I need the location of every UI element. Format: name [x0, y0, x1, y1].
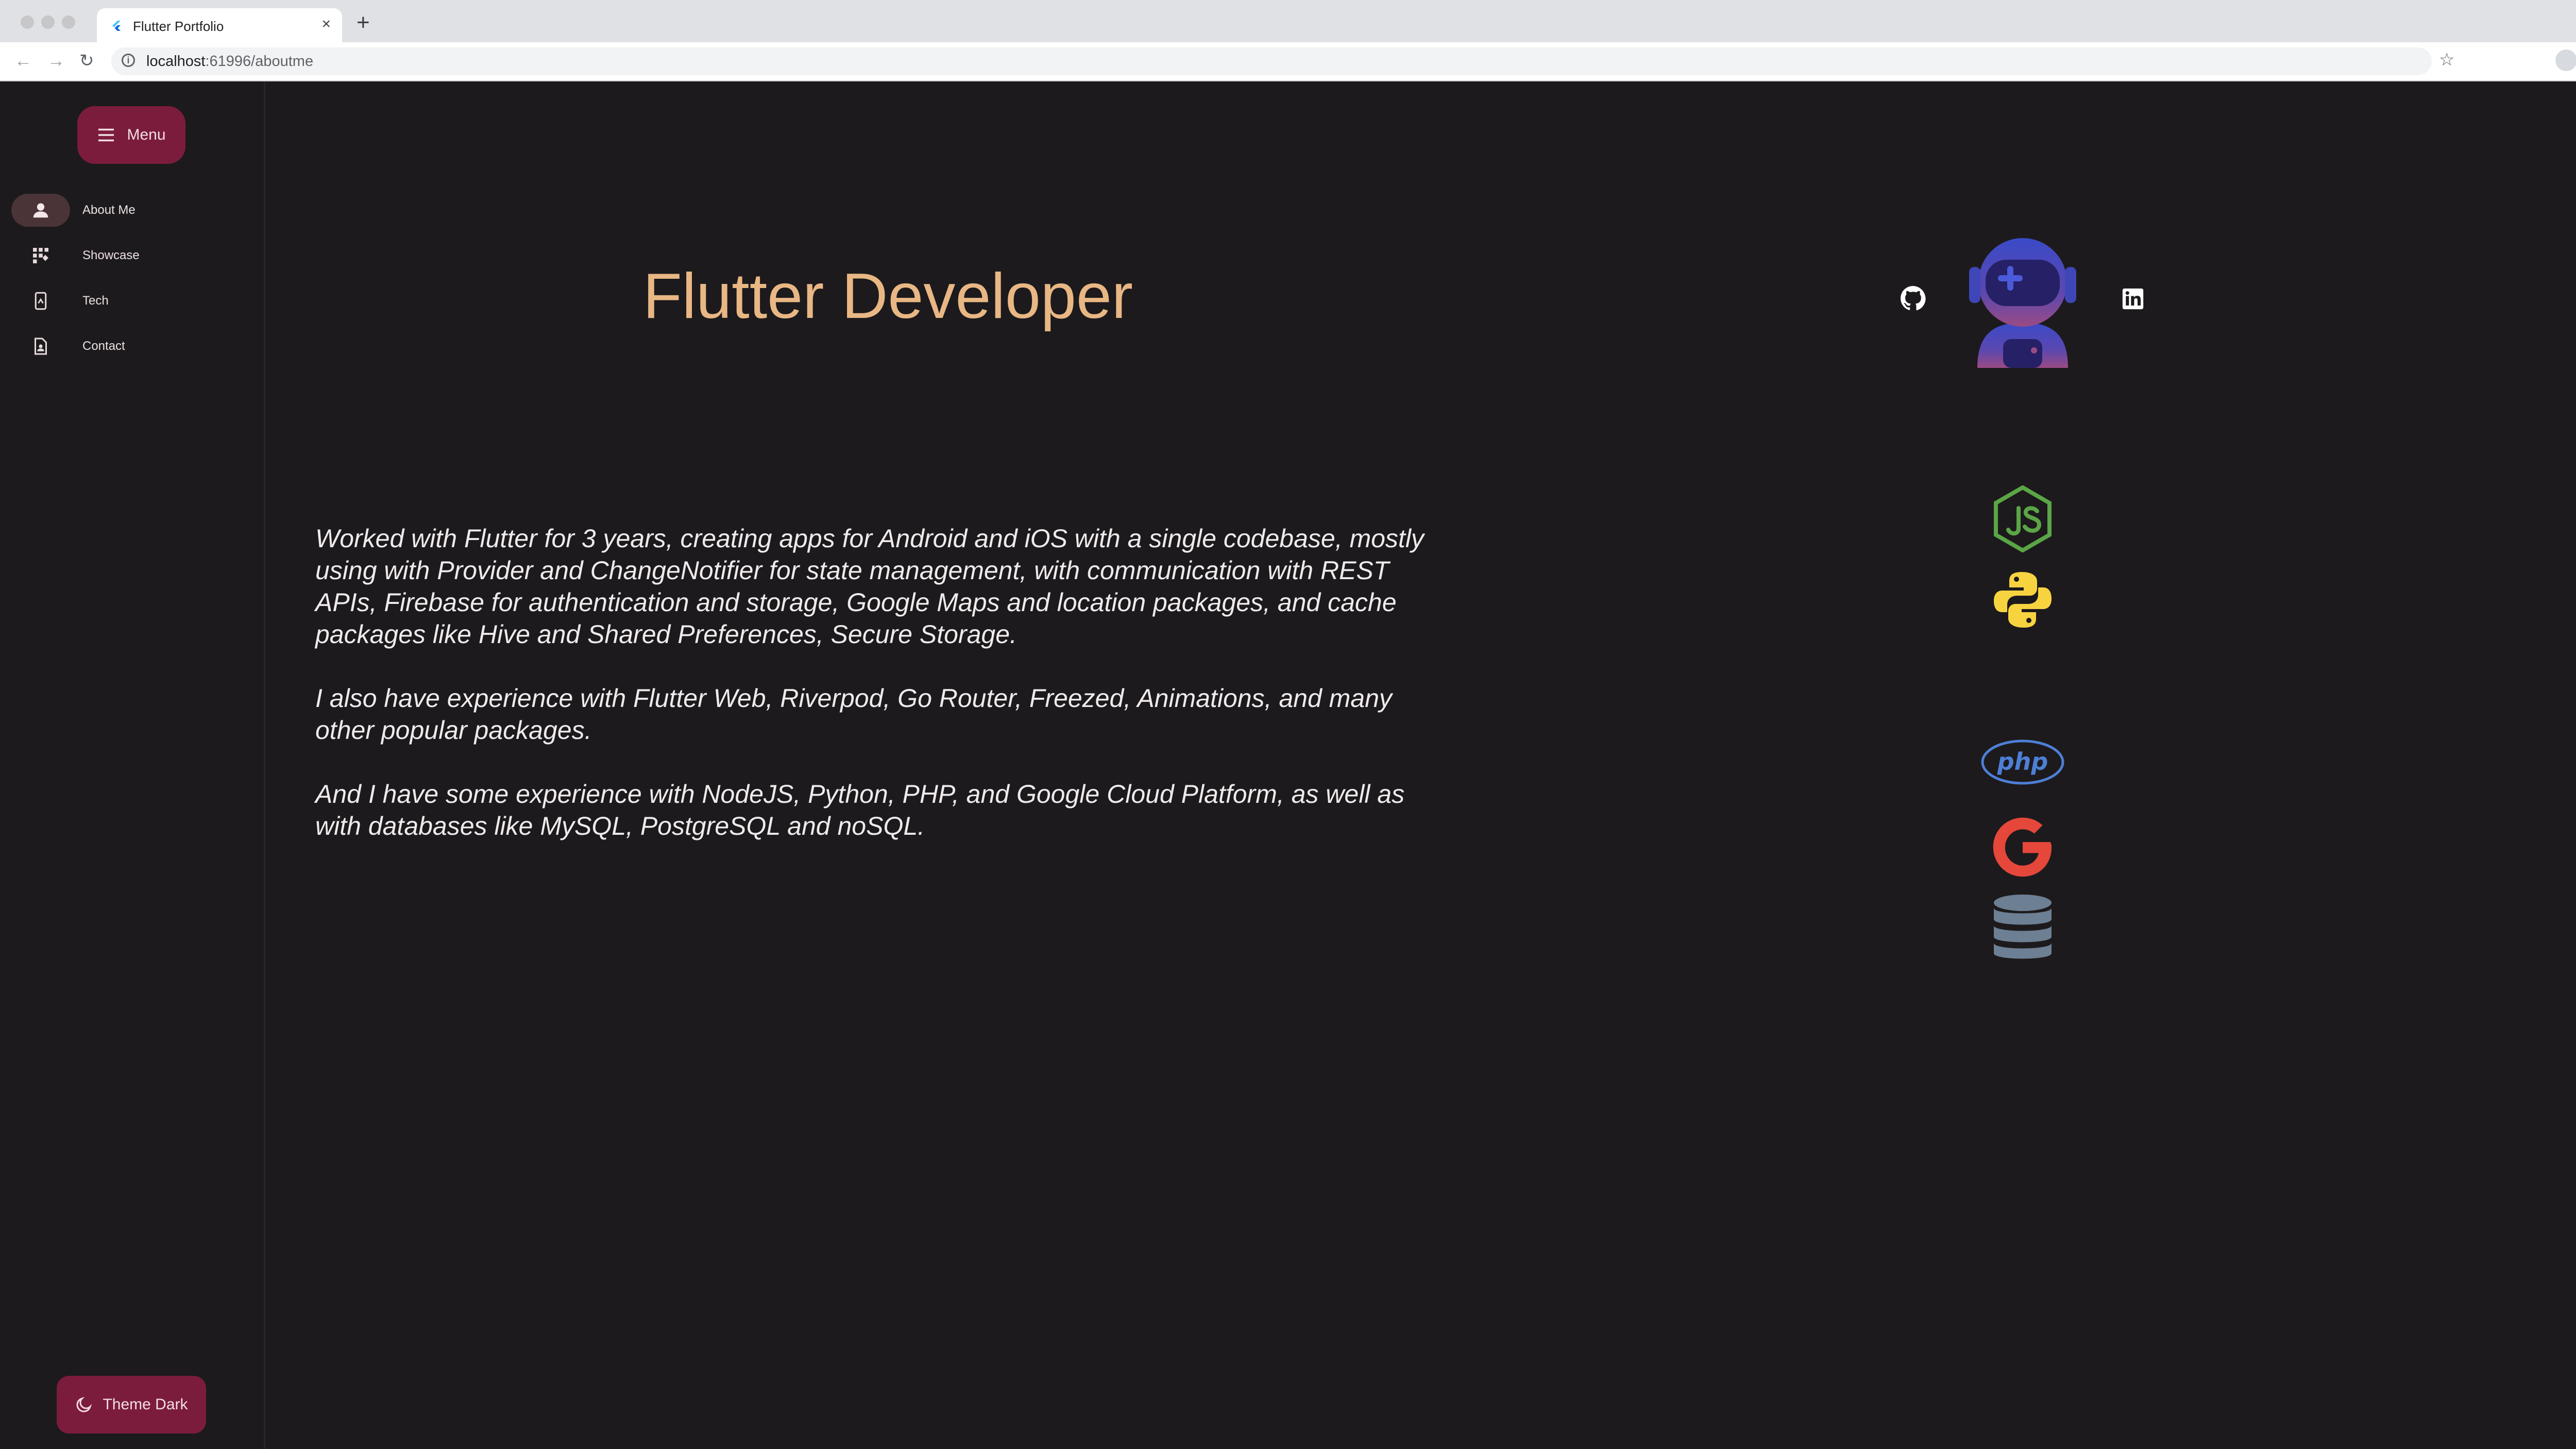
- nav-item-contact[interactable]: Contact: [11, 328, 253, 364]
- nav-label: Tech: [82, 294, 109, 308]
- info-icon[interactable]: i: [122, 54, 135, 67]
- star-icon[interactable]: ☆: [2439, 49, 2454, 70]
- theme-toggle-button[interactable]: Theme Dark: [57, 1376, 206, 1434]
- nav-item-showcase[interactable]: Showcase: [11, 238, 253, 274]
- browser-tab[interactable]: Flutter Portfolio ×: [97, 8, 342, 42]
- hamburger-icon: [98, 128, 114, 142]
- github-icon[interactable]: [1900, 285, 1926, 311]
- new-tab-icon[interactable]: +: [357, 11, 370, 34]
- php-icon: php: [1981, 739, 2064, 785]
- person-icon: [33, 203, 48, 218]
- about-paragraph: I also have experience with Flutter Web,…: [315, 684, 1392, 745]
- nav-label: Showcase: [82, 248, 140, 262]
- nav-indicator: [11, 239, 70, 272]
- nav-label: Contact: [82, 339, 125, 353]
- about-paragraph: Worked with Flutter for 3 years, creatin…: [315, 524, 1424, 649]
- php-logo-text: php: [1997, 748, 2048, 776]
- window-close-dot[interactable]: [21, 15, 34, 29]
- python-icon: [1994, 572, 2052, 628]
- url-text[interactable]: localhost:61996/aboutme: [146, 53, 313, 70]
- menu-label: Menu: [127, 126, 166, 143]
- astronaut-avatar-icon: [1969, 238, 2076, 368]
- back-arrow-icon[interactable]: ←: [14, 50, 32, 71]
- nav-indicator: [11, 284, 70, 317]
- nav-item-tech[interactable]: Tech: [11, 283, 253, 319]
- contact-page-icon: [35, 338, 47, 355]
- nodejs-icon: [1994, 485, 2052, 552]
- browser-tabstrip: Flutter Portfolio × + ⌄: [0, 0, 2576, 42]
- address-bar[interactable]: i localhost:61996/aboutme ☆: [111, 47, 2454, 75]
- flutter-app: Menu About Me Showcase Tech Contact Them…: [0, 81, 2576, 1449]
- linkedin-icon[interactable]: [2122, 288, 2144, 310]
- flutter-favicon-icon: [112, 21, 121, 31]
- reload-icon[interactable]: ↻: [79, 50, 94, 71]
- forward-arrow-icon[interactable]: →: [47, 50, 65, 71]
- apps-grid-icon: [33, 248, 48, 263]
- browser-toolbar: ← → ↻ i localhost:61996/aboutme ☆ ⋮: [0, 42, 2576, 109]
- nav-indicator: [11, 330, 70, 363]
- nav-label: About Me: [82, 203, 135, 217]
- about-text: Worked with Flutter for 3 years, creatin…: [315, 523, 1449, 874]
- phone-device-icon: [35, 292, 47, 310]
- window-zoom-dot[interactable]: [62, 15, 75, 29]
- window-minimize-dot[interactable]: [41, 15, 55, 29]
- google-icon: [1993, 817, 2052, 877]
- about-paragraph: And I have some experience with NodeJS, …: [315, 780, 1405, 840]
- tab-close-icon[interactable]: ×: [321, 16, 331, 32]
- navigation-rail: Menu About Me Showcase Tech Contact Them…: [0, 81, 265, 1449]
- theme-label: Theme Dark: [103, 1396, 188, 1413]
- nav-indicator: [11, 194, 70, 227]
- nav-item-about-me[interactable]: About Me: [11, 192, 253, 228]
- tab-title: Flutter Portfolio: [133, 19, 224, 34]
- moon-icon: [77, 1396, 92, 1412]
- menu-button[interactable]: Menu: [77, 106, 185, 164]
- database-icon: [1994, 895, 2052, 959]
- profile-icon[interactable]: [2555, 49, 2576, 71]
- page-title: Flutter Developer: [643, 261, 1133, 332]
